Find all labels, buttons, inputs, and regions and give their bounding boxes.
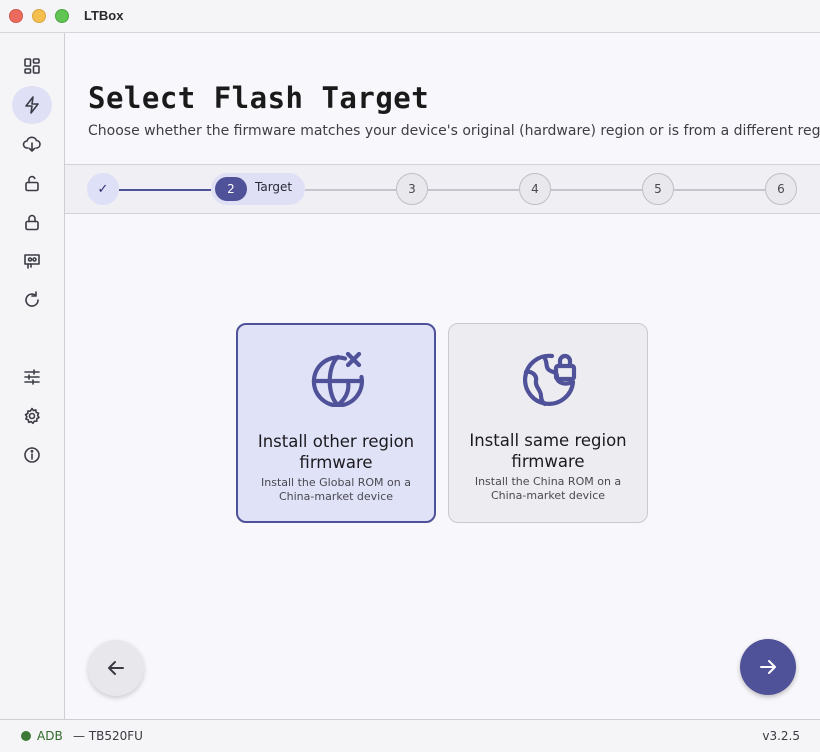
- sidebar-item-unlock[interactable]: [12, 164, 52, 202]
- sidebar-item-download[interactable]: [12, 125, 52, 163]
- next-button[interactable]: [740, 639, 796, 695]
- step-5: 5: [642, 173, 674, 205]
- sidebar-item-flash[interactable]: [12, 86, 52, 124]
- option-same-region[interactable]: Install same region firmware Install the…: [448, 323, 648, 523]
- gear-icon: [24, 407, 40, 425]
- connection-status-dot: [21, 731, 31, 741]
- back-button[interactable]: [88, 640, 144, 696]
- step-connector: [119, 189, 211, 191]
- step-number: 2: [215, 177, 247, 201]
- flash-icon: [25, 96, 39, 114]
- step-4: 4: [519, 173, 551, 205]
- globe-x-icon: [311, 351, 365, 407]
- step-3: 3: [396, 173, 428, 205]
- step-connector: [551, 189, 642, 191]
- arrow-left-icon: [108, 661, 124, 675]
- title-bar: LTBox: [0, 0, 820, 33]
- step-6: 6: [765, 173, 797, 205]
- sidebar-item-refresh[interactable]: [12, 281, 52, 319]
- close-window-button[interactable]: [9, 9, 23, 23]
- step-connector: [674, 189, 765, 191]
- sidebar-item-lock[interactable]: [12, 203, 52, 241]
- cloud-download-icon: [22, 136, 41, 152]
- sidebar-item-dashboard[interactable]: [12, 47, 52, 85]
- sidebar-item-settings[interactable]: [12, 397, 52, 435]
- sidebar-item-tweaks[interactable]: [12, 358, 52, 396]
- step-1-complete[interactable]: ✓: [87, 173, 119, 205]
- option-title: Install other region firmware: [257, 432, 415, 472]
- step-connector: [428, 189, 519, 191]
- option-other-region[interactable]: Install other region firmware Install th…: [236, 323, 436, 523]
- info-icon: [24, 447, 40, 463]
- app-version: v3.2.5: [762, 729, 800, 743]
- dashboard-icon: [24, 58, 40, 74]
- step-connector: [305, 189, 396, 191]
- minimize-window-button[interactable]: [32, 9, 46, 23]
- device-icon: [24, 254, 40, 269]
- maximize-window-button[interactable]: [55, 9, 69, 23]
- sliders-icon: [24, 369, 40, 385]
- step-label: Target: [255, 180, 293, 194]
- step-2-active[interactable]: 2 Target: [211, 173, 305, 205]
- sidebar-item-about[interactable]: [12, 436, 52, 474]
- connection-mode: ADB: [37, 729, 63, 743]
- sidebar-item-device[interactable]: [12, 242, 52, 280]
- app-title: LTBox: [84, 8, 124, 23]
- globe-lock-icon: [523, 353, 577, 406]
- page-title: Select Flash Target: [88, 81, 430, 115]
- option-description: Install the China ROM on a China-market …: [474, 475, 622, 502]
- status-bar: ADB — TB520FU v3.2.5: [0, 719, 820, 752]
- option-description: Install the Global ROM on a China-market…: [261, 476, 411, 503]
- option-title: Install same region firmware: [469, 431, 627, 471]
- page-subtitle: Choose whether the firmware matches your…: [88, 123, 820, 139]
- main-content: Select Flash Target Choose whether the f…: [65, 33, 820, 719]
- lock-icon: [25, 214, 39, 231]
- stepper: ✓ 2 Target 3 4 5 6: [65, 164, 820, 214]
- device-model: — TB520FU: [73, 729, 143, 743]
- refresh-icon: [25, 291, 39, 307]
- arrow-right-icon: [760, 660, 776, 674]
- unlock-icon: [25, 175, 39, 192]
- sidebar: [0, 33, 65, 719]
